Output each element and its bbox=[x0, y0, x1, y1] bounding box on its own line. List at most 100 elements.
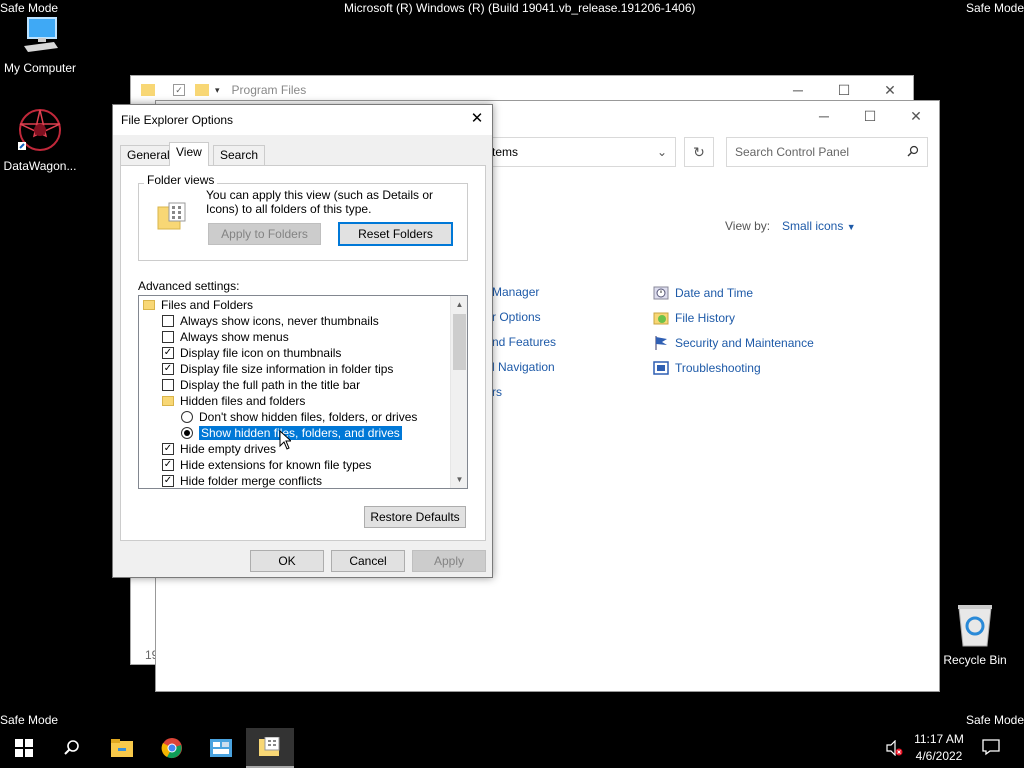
checkbox-unchecked[interactable] bbox=[162, 315, 174, 327]
cp-item-label: Date and Time bbox=[675, 286, 754, 300]
start-button[interactable] bbox=[0, 728, 48, 768]
file-explorer-options-dialog[interactable]: File Explorer Options ✕ General View Sea… bbox=[112, 104, 493, 578]
scroll-thumb[interactable] bbox=[453, 314, 466, 370]
taskbar: 11:17 AM 4/6/2022 bbox=[0, 728, 1024, 768]
list-item-label: Hidden files and folders bbox=[180, 394, 306, 408]
chevron-down-icon[interactable]: ⌄ bbox=[657, 145, 667, 159]
checkbox-checked[interactable]: ✓ bbox=[162, 347, 174, 359]
dialog-close-button[interactable]: ✕ bbox=[468, 111, 486, 129]
new-folder-icon[interactable] bbox=[195, 84, 209, 96]
flag-icon bbox=[655, 336, 667, 350]
search-icon bbox=[907, 145, 919, 160]
folder-views-legend: Folder views bbox=[144, 173, 218, 187]
cp-item-partial-5[interactable]: rs bbox=[492, 385, 502, 399]
checkbox-unchecked[interactable] bbox=[162, 379, 174, 391]
apply-to-folders-button[interactable]: Apply to Folders bbox=[208, 223, 321, 245]
radio-unselected[interactable] bbox=[181, 411, 193, 423]
advanced-settings-list[interactable]: Files and Folders Always show icons, nev… bbox=[138, 295, 468, 489]
taskbar-folder-options[interactable] bbox=[246, 728, 294, 768]
address-bar[interactable]: tems ⌄ bbox=[486, 137, 676, 167]
reset-folders-button[interactable]: Reset Folders bbox=[338, 222, 453, 246]
view-by-dropdown[interactable]: Small icons ▼ bbox=[782, 219, 856, 233]
cp-item-partial-2[interactable]: r Options bbox=[492, 310, 541, 324]
desktop-icon-label: Recycle Bin bbox=[943, 653, 1007, 667]
desktop-icon-datawagon[interactable]: DataWagon... bbox=[0, 106, 80, 173]
checkbox-checked[interactable]: ✓ bbox=[162, 475, 174, 487]
desktop-icon-my-computer[interactable]: My Computer bbox=[0, 12, 80, 75]
cp-item-partial-1[interactable]: Manager bbox=[492, 285, 539, 299]
list-scrollbar[interactable]: ▲ ▼ bbox=[450, 296, 467, 488]
tab-view[interactable]: View bbox=[169, 142, 209, 166]
dialog-title-bar[interactable]: File Explorer Options bbox=[113, 105, 492, 135]
checkbox-unchecked[interactable] bbox=[162, 331, 174, 343]
taskbar-file-explorer[interactable] bbox=[98, 728, 146, 768]
minimize-button[interactable]: ─ bbox=[801, 101, 847, 131]
scroll-down-arrow[interactable]: ▼ bbox=[451, 471, 467, 488]
chevron-down-icon[interactable]: ▾ bbox=[215, 85, 220, 96]
close-button[interactable]: ✕ bbox=[893, 101, 939, 131]
restore-defaults-button[interactable]: Restore Defaults bbox=[364, 506, 466, 528]
notification-center-button[interactable] bbox=[982, 738, 1000, 759]
scroll-up-arrow[interactable]: ▲ bbox=[451, 296, 467, 313]
refresh-button[interactable]: ↻ bbox=[684, 137, 714, 167]
ok-button[interactable]: OK bbox=[250, 550, 324, 572]
list-item-label: Display file size information in folder … bbox=[180, 362, 394, 376]
list-item-hide-merge-conflicts[interactable]: ✓ Hide folder merge conflicts bbox=[162, 473, 323, 488]
folder-options-icon bbox=[259, 737, 280, 756]
list-item-display-file-size[interactable]: ✓ Display file size information in folde… bbox=[162, 361, 393, 377]
dialog-title: File Explorer Options bbox=[121, 113, 234, 127]
list-item-label: Hide folder merge conflicts bbox=[180, 474, 323, 488]
radio-selected[interactable] bbox=[181, 427, 193, 439]
list-item-hide-extensions[interactable]: ✓ Hide extensions for known file types bbox=[162, 457, 371, 473]
view-by-label: View by: bbox=[725, 219, 771, 233]
list-item-display-file-icon[interactable]: ✓ Display file icon on thumbnails bbox=[162, 345, 341, 361]
computer-icon bbox=[0, 12, 80, 59]
list-item-files-and-folders: Files and Folders bbox=[143, 297, 253, 313]
cp-item-troubleshooting[interactable]: Troubleshooting bbox=[653, 360, 761, 376]
build-title: Microsoft (R) Windows (R) (Build 19041.v… bbox=[344, 1, 696, 15]
safe-mode-label-bottom-left: Safe Mode bbox=[0, 713, 59, 727]
list-item-show-hidden[interactable]: Show hidden files, folders, and drives bbox=[181, 425, 403, 441]
cp-item-label: r Options bbox=[492, 310, 541, 324]
checkbox-checked[interactable]: ✓ bbox=[162, 443, 174, 455]
list-item-always-show-menus[interactable]: Always show menus bbox=[162, 329, 289, 345]
desktop-icon-recycle-bin[interactable]: Recycle Bin bbox=[935, 602, 1015, 667]
apply-button[interactable]: Apply bbox=[412, 550, 486, 572]
tab-search[interactable]: Search bbox=[213, 145, 266, 165]
cp-item-partial-4[interactable]: l Navigation bbox=[492, 360, 555, 374]
taskbar-control-panel[interactable] bbox=[197, 728, 245, 768]
maximize-button[interactable]: ☐ bbox=[847, 101, 893, 131]
cp-item-date-and-time[interactable]: Date and Time bbox=[653, 285, 753, 301]
folder-icon bbox=[162, 396, 174, 406]
clock-icon bbox=[653, 286, 669, 300]
list-item-always-show-icons[interactable]: Always show icons, never thumbnails bbox=[162, 313, 379, 329]
taskbar-search-button[interactable] bbox=[48, 728, 96, 768]
list-item-label: Hide extensions for known file types bbox=[180, 458, 372, 472]
notification-icon bbox=[982, 739, 1000, 756]
folder-icon bbox=[143, 300, 155, 310]
checkbox-checked[interactable]: ✓ bbox=[162, 459, 174, 471]
taskbar-time: 11:17 AM bbox=[914, 732, 964, 746]
list-item-dont-show-hidden[interactable]: Don't show hidden files, folders, or dri… bbox=[181, 409, 417, 425]
search-control-panel-input[interactable]: Search Control Panel bbox=[726, 137, 928, 167]
mouse-cursor-icon bbox=[279, 429, 293, 453]
checkbox-checked[interactable]: ✓ bbox=[162, 363, 174, 375]
taskbar-chrome[interactable] bbox=[148, 728, 196, 768]
control-panel-icon bbox=[210, 739, 232, 757]
list-item-label: Files and Folders bbox=[161, 298, 254, 312]
volume-muted-icon[interactable] bbox=[886, 739, 904, 759]
list-item-display-full-path[interactable]: Display the full path in the title bar bbox=[162, 377, 360, 393]
cp-item-security-and-maintenance[interactable]: Security and Maintenance bbox=[653, 335, 814, 351]
list-item-label-selected: Show hidden files, folders, and drives bbox=[198, 425, 403, 441]
safe-mode-label-bottom-right: Safe Mode bbox=[965, 713, 1024, 727]
cp-item-file-history[interactable]: File History bbox=[653, 310, 735, 326]
cancel-button[interactable]: Cancel bbox=[331, 550, 405, 572]
cp-item-partial-3[interactable]: nd Features bbox=[492, 335, 556, 349]
list-item-hidden-files-folders: Hidden files and folders bbox=[162, 393, 305, 409]
search-icon bbox=[64, 740, 79, 755]
list-item-hide-empty-drives[interactable]: ✓ Hide empty drives bbox=[162, 441, 276, 457]
properties-icon[interactable]: ✓ bbox=[173, 84, 185, 96]
list-item-label: Display file icon on thumbnails bbox=[180, 346, 342, 360]
taskbar-clock[interactable]: 11:17 AM 4/6/2022 bbox=[914, 731, 964, 765]
cp-item-label: rs bbox=[492, 385, 502, 399]
